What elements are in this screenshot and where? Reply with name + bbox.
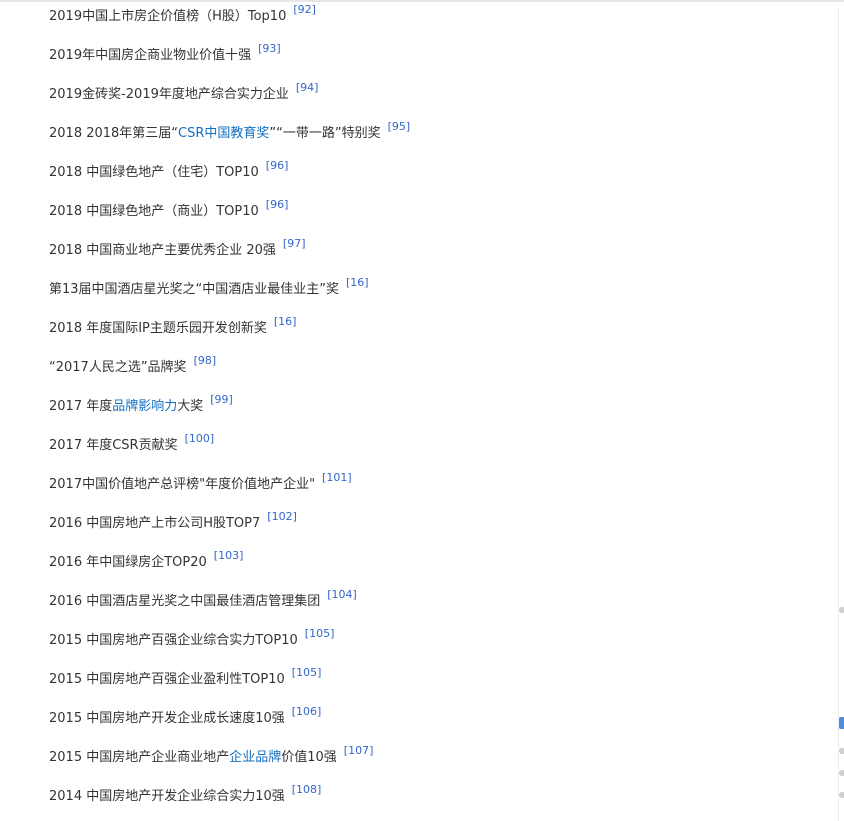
award-item: 2017 年度品牌影响力大奖 [99] <box>49 394 829 438</box>
side-scroll-dot[interactable] <box>839 792 844 798</box>
award-text: 2015 中国房地产企业商业地产 <box>49 750 230 765</box>
award-item: 2016 年中国绿房企TOP20 [103] <box>49 550 829 594</box>
award-text: 2017 年度CSR贡献奖 <box>49 438 178 453</box>
award-text: 2015 中国房地产百强企业盈利性TOP10 <box>49 672 285 687</box>
award-item: 第13届中国酒店星光奖之“中国酒店业最佳业主”奖 [16] <box>49 277 829 321</box>
award-item: 2019年中国房企商业物业价值十强 [93] <box>49 43 829 87</box>
award-text: 2016 年中国绿房企TOP20 <box>49 555 207 570</box>
side-scroll-dot[interactable] <box>839 770 844 776</box>
award-item: 2016 中国酒店星光奖之中国最佳酒店管理集团 [104] <box>49 589 829 633</box>
reference-link[interactable]: [16] <box>274 315 297 328</box>
award-text: 大奖 <box>177 399 204 414</box>
award-item: 2016 中国房地产上市公司H股TOP7 [102] <box>49 511 829 555</box>
reference-link[interactable]: [96] <box>266 159 289 172</box>
award-item: 2015 中国房地产百强企业综合实力TOP10 [105] <box>49 628 829 672</box>
award-item: 2018 年度国际IP主题乐园开发创新奖 [16] <box>49 316 829 360</box>
reference-link[interactable]: [103] <box>214 549 244 562</box>
award-text: 2018 年度国际IP主题乐园开发创新奖 <box>49 321 267 336</box>
reference-link[interactable]: [107] <box>344 744 374 757</box>
award-text: 2018 中国绿色地产（住宅）TOP10 <box>49 165 259 180</box>
award-text: 2019金砖奖-2019年度地产综合实力企业 <box>49 87 289 102</box>
side-scroll-dot[interactable] <box>839 748 844 754</box>
csr-education-award-link[interactable]: CSR中国教育奖 <box>178 126 269 141</box>
reference-link[interactable]: [16] <box>346 276 369 289</box>
reference-link[interactable]: [104] <box>327 588 357 601</box>
award-text: “2017人民之选”品牌奖 <box>49 360 187 375</box>
reference-link[interactable]: [98] <box>194 354 217 367</box>
award-item: 2019中国上市房企价值榜（H股）Top10 [92] <box>49 4 829 48</box>
award-item: 2017中国价值地产总评榜"年度价值地产企业" [101] <box>49 472 829 516</box>
award-text: ”“一带一路”特别奖 <box>269 126 381 141</box>
award-item: 2018 中国绿色地产（住宅）TOP10 [96] <box>49 160 829 204</box>
reference-link[interactable]: [95] <box>388 120 411 133</box>
side-scroll-indicator[interactable] <box>839 717 844 729</box>
reference-link[interactable]: [108] <box>292 783 322 796</box>
award-item: 2015 中国房地产开发企业成长速度10强 [106] <box>49 706 829 750</box>
reference-link[interactable]: [105] <box>305 627 335 640</box>
award-text: 2014 中国房地产开发企业综合实力10强 <box>49 789 285 804</box>
corporate-brand-link[interactable]: 企业品牌 <box>229 750 281 765</box>
award-text: 2019年中国房企商业物业价值十强 <box>49 48 252 63</box>
reference-link[interactable]: [106] <box>292 705 322 718</box>
award-item: 2018 2018年第三届“CSR中国教育奖”“一带一路”特别奖 [95] <box>49 121 829 165</box>
award-text: 2017 年度 <box>49 399 113 414</box>
award-item: 2018 中国绿色地产（商业）TOP10 [96] <box>49 199 829 243</box>
award-item: 2019金砖奖-2019年度地产综合实力企业 [94] <box>49 82 829 126</box>
reference-link[interactable]: [94] <box>296 81 319 94</box>
side-panel-border <box>838 8 839 821</box>
reference-link[interactable]: [92] <box>293 3 316 16</box>
reference-link[interactable]: [101] <box>322 471 352 484</box>
award-text: 2016 中国房地产上市公司H股TOP7 <box>49 516 261 531</box>
award-text: 价值10强 <box>281 750 337 765</box>
reference-link[interactable]: [96] <box>266 198 289 211</box>
top-border <box>0 0 844 2</box>
awards-list: 2019中国上市房企价值榜（H股）Top10 [92] 2019年中国房企商业物业… <box>49 4 829 821</box>
award-text: 2015 中国房地产开发企业成长速度10强 <box>49 711 285 726</box>
award-item: 2015 中国房地产百强企业盈利性TOP10 [105] <box>49 667 829 711</box>
award-text: 2019中国上市房企价值榜（H股）Top10 <box>49 9 287 24</box>
reference-link[interactable]: [97] <box>283 237 306 250</box>
award-text: 2015 中国房地产百强企业综合实力TOP10 <box>49 633 298 648</box>
award-text: 2018 2018年第三届“ <box>49 126 179 141</box>
award-text: 2018 中国绿色地产（商业）TOP10 <box>49 204 259 219</box>
reference-link[interactable]: [105] <box>292 666 322 679</box>
award-item: “2017人民之选”品牌奖 [98] <box>49 355 829 399</box>
side-scroll-dot[interactable] <box>839 607 844 613</box>
award-item: 2017 年度CSR贡献奖 [100] <box>49 433 829 477</box>
award-item: 2014 中国房地产开发企业综合实力10强 [108] <box>49 784 829 821</box>
reference-link[interactable]: [100] <box>185 432 215 445</box>
award-text: 2017中国价值地产总评榜"年度价值地产企业" <box>49 477 316 492</box>
award-text: 第13届中国酒店星光奖之“中国酒店业最佳业主”奖 <box>49 282 340 297</box>
reference-link[interactable]: [102] <box>267 510 297 523</box>
award-text: 2016 中国酒店星光奖之中国最佳酒店管理集团 <box>49 594 321 609</box>
brand-influence-link[interactable]: 品牌影响力 <box>112 399 177 414</box>
award-text: 2018 中国商业地产主要优秀企业 20强 <box>49 243 276 258</box>
reference-link[interactable]: [99] <box>210 393 233 406</box>
award-item: 2015 中国房地产企业商业地产企业品牌价值10强 [107] <box>49 745 829 789</box>
reference-link[interactable]: [93] <box>258 42 281 55</box>
award-item: 2018 中国商业地产主要优秀企业 20强 [97] <box>49 238 829 282</box>
